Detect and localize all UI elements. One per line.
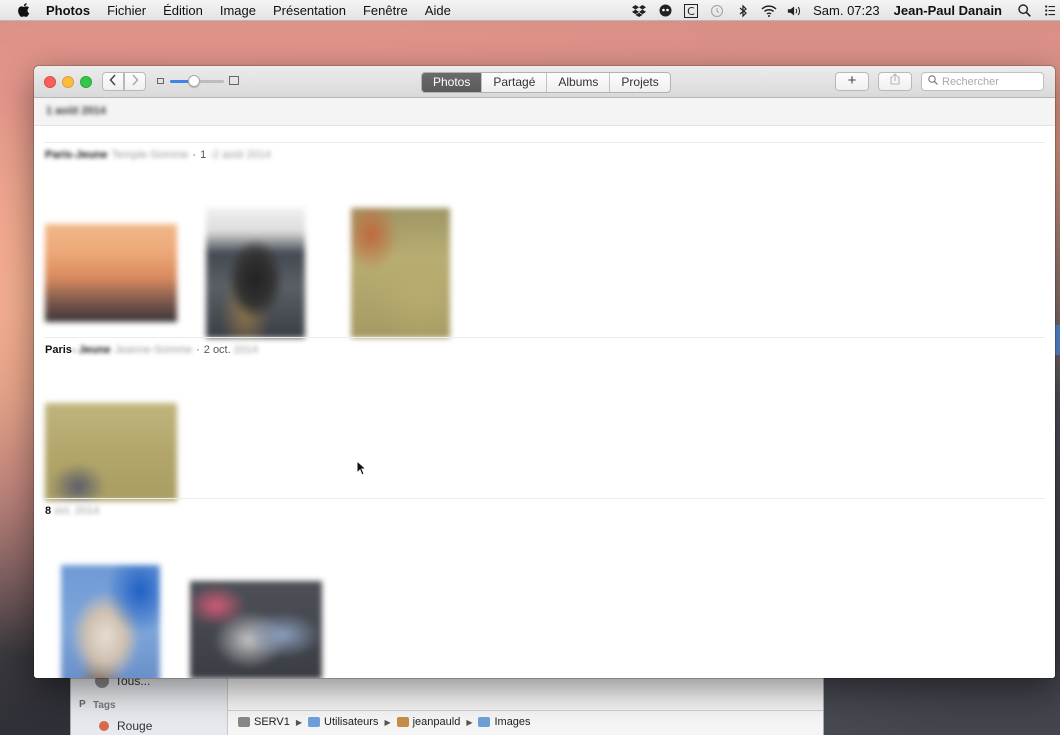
red-tag-icon <box>99 721 109 731</box>
tab-photos[interactable]: Photos <box>422 73 482 92</box>
moment-date-rest: -2 août 2014 <box>209 149 271 161</box>
path-jeanpauld-label: jeanpauld <box>412 716 461 728</box>
photos-content: 1 août 2014 Paris -Jeune Temple-Somme · 1… <box>34 98 1055 678</box>
chevron-left-icon <box>109 74 116 86</box>
path-serv1-label: SERV1 <box>254 716 290 728</box>
folder-icon <box>478 717 491 727</box>
moment-location-rest: - Jeune <box>71 344 111 356</box>
menu-app-name[interactable]: Photos <box>46 3 90 18</box>
moment-date-rest: oct. 2014 <box>54 505 100 517</box>
background-window-edge <box>1055 325 1060 355</box>
moment-location-rest: -Jeune <box>71 149 108 161</box>
menu-user-name[interactable]: Jean-Paul Danain <box>894 3 1002 18</box>
photo-thumbnail[interactable] <box>206 208 305 338</box>
path-arrow-icon: ▶ <box>466 717 473 727</box>
zoom-slider-knob[interactable] <box>188 75 201 87</box>
moment-date: 1 <box>200 149 207 161</box>
section-header-title: 1 août 2014 <box>46 105 106 117</box>
moment-divider <box>44 142 1045 143</box>
moment-location: Paris <box>45 149 72 161</box>
time-machine-icon[interactable] <box>709 4 725 18</box>
search-field[interactable]: Rechercher <box>921 72 1044 91</box>
photo-thumbnail[interactable] <box>351 208 450 338</box>
menu-image[interactable]: Image <box>220 3 256 18</box>
path-segment-images[interactable]: Images <box>478 716 531 728</box>
path-arrow-icon: ▶ <box>295 717 303 727</box>
tab-partage[interactable]: Partagé <box>481 73 546 92</box>
path-utilisateurs-label: Utilisateurs <box>324 716 379 728</box>
path-segment-jeanpauld[interactable]: jeanpauld <box>396 716 461 728</box>
moment-sublocation: Temple-Somme <box>111 149 189 161</box>
dropbox-icon[interactable] <box>631 4 647 18</box>
window-close-button[interactable] <box>44 76 56 88</box>
server-disk-icon <box>238 717 250 727</box>
back-button[interactable] <box>102 72 124 91</box>
moment-divider <box>44 498 1045 499</box>
volume-icon[interactable] <box>787 4 803 18</box>
menu-clock[interactable]: Sam. 07:23 <box>813 3 880 18</box>
search-icon <box>928 75 938 88</box>
menu-presentation[interactable]: Présentation <box>273 3 346 18</box>
finder-sidebar-tag-rouge-label: Rouge <box>117 719 153 733</box>
moment-title[interactable]: Paris -Jeune Temple-Somme · 1 -2 août 2014 <box>45 149 271 161</box>
path-arrow-icon: ▶ <box>384 717 391 727</box>
menu-fichier[interactable]: Fichier <box>107 3 146 18</box>
notification-center-icon[interactable] <box>1042 4 1058 18</box>
add-button[interactable]: + <box>835 72 869 91</box>
moment-title[interactable]: Paris - Jeune Jeanne-Somme · 2 oct. 2014 <box>45 344 258 356</box>
search-placeholder: Rechercher <box>942 75 999 88</box>
photo-thumbnail[interactable] <box>190 581 322 678</box>
app-indicator-icon[interactable] <box>657 4 673 18</box>
window-zoom-button[interactable] <box>80 76 92 88</box>
window-minimize-button[interactable] <box>62 76 74 88</box>
menu-fenetre[interactable]: Fenêtre <box>363 3 408 18</box>
zoom-in-icon[interactable] <box>229 76 239 85</box>
photo-thumbnail[interactable] <box>45 403 177 501</box>
finder-sidebar-tags-header: Tags <box>93 700 116 711</box>
chevron-right-icon <box>132 74 139 86</box>
section-header: 1 août 2014 <box>34 98 1055 126</box>
finder-sidebar-tag-rouge[interactable]: Rouge <box>99 719 153 733</box>
menu-aide[interactable]: Aide <box>425 3 451 18</box>
moment-separator: · <box>192 149 197 161</box>
home-icon <box>396 717 409 727</box>
wifi-icon[interactable] <box>761 4 777 18</box>
menu-bar: Photos Fichier Édition Image Présentatio… <box>0 0 1060 21</box>
photo-thumbnail[interactable] <box>61 565 160 678</box>
finder-path-bar: SERV1 ▶ Utilisateurs ▶ jeanpauld ▶ Image… <box>228 710 823 733</box>
moment-separator: · <box>196 344 200 356</box>
photo-thumbnail[interactable] <box>45 224 177 322</box>
apple-menu-icon[interactable] <box>17 2 31 18</box>
moment-location: 8 <box>45 505 52 517</box>
photos-window: Photos Partagé Albums Projets + Recherch… <box>34 66 1055 678</box>
c-icon[interactable]: C <box>683 3 699 18</box>
forward-button[interactable] <box>124 72 146 91</box>
mouse-cursor-icon <box>356 460 366 476</box>
path-segment-serv1[interactable]: SERV1 <box>238 716 290 728</box>
menu-edition[interactable]: Édition <box>163 3 203 18</box>
view-tabs: Photos Partagé Albums Projets <box>421 72 671 93</box>
folder-icon <box>308 717 321 727</box>
share-icon <box>890 73 900 85</box>
moment-date-rest: 2014 <box>233 344 259 356</box>
path-images-label: Images <box>494 716 531 728</box>
moment-date: 2 oct. <box>203 344 231 356</box>
path-segment-utilisateurs[interactable]: Utilisateurs <box>308 716 378 728</box>
moment-sublocation: Jeanne-Somme <box>114 344 193 356</box>
share-button[interactable] <box>878 72 912 91</box>
photos-toolbar: Photos Partagé Albums Projets + Recherch… <box>34 66 1055 98</box>
spotlight-search-icon[interactable] <box>1016 4 1032 18</box>
zoom-out-icon[interactable] <box>157 78 164 84</box>
finder-sidebar-letter: P <box>79 699 86 710</box>
moment-title[interactable]: 8 oct. 2014 <box>45 505 99 517</box>
svg-text:C: C <box>687 5 695 18</box>
bluetooth-icon[interactable] <box>735 4 751 18</box>
tab-albums[interactable]: Albums <box>546 73 609 92</box>
moment-location: Paris <box>45 344 72 356</box>
tab-projets[interactable]: Projets <box>609 73 669 92</box>
moment-divider <box>44 337 1045 338</box>
